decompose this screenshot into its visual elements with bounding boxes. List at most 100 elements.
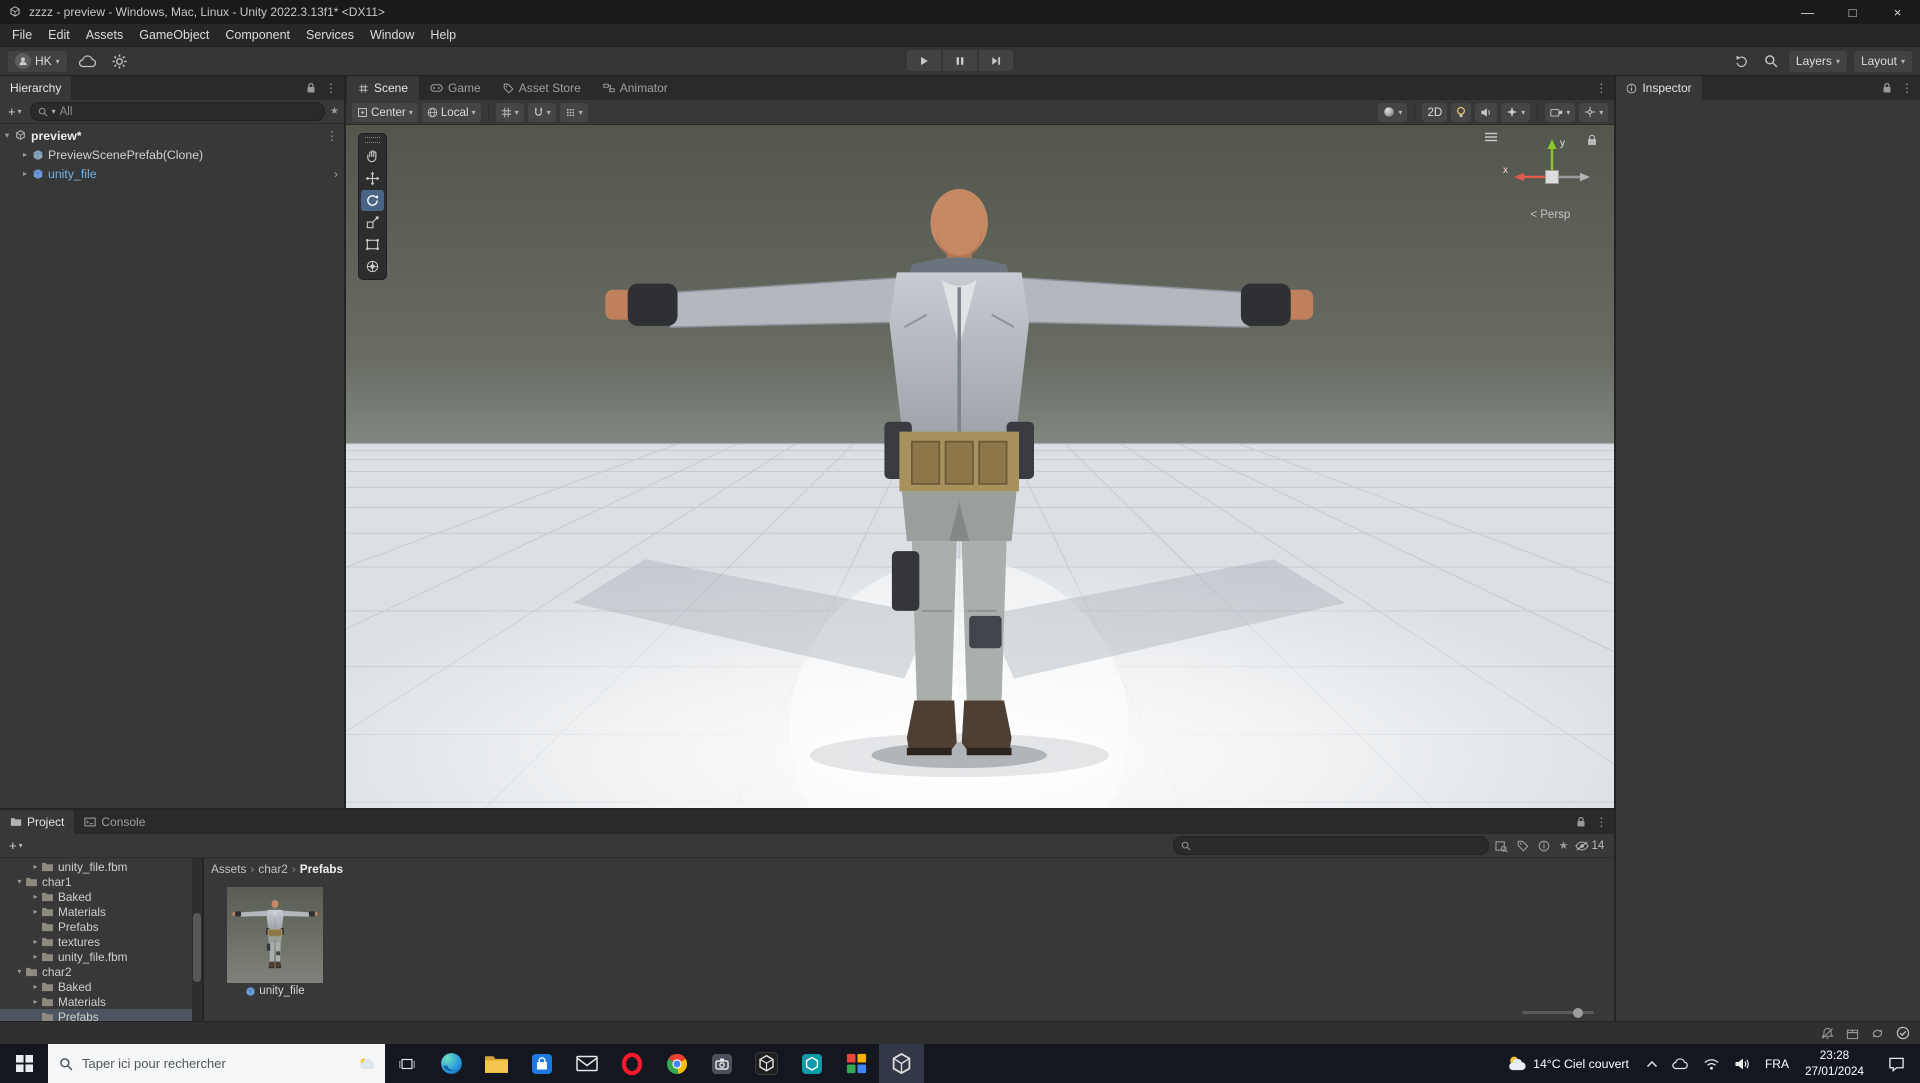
project-tree-row[interactable]: ▾ char1 [0, 874, 202, 889]
gizmo-lock-icon[interactable] [1588, 134, 1597, 145]
draw-mode-dropdown[interactable]: ▾ [1378, 102, 1408, 122]
toggle-2d-button[interactable]: 2D [1422, 102, 1448, 122]
gizmo-center-cube[interactable] [1545, 170, 1560, 184]
taskbar-weather[interactable]: 14°C Ciel couvert [1497, 1054, 1639, 1073]
tab-scene[interactable]: Scene [347, 76, 420, 100]
hand-tool-button[interactable] [361, 146, 384, 167]
taskbar-clock[interactable]: 23:28 27/01/2024 [1797, 1048, 1872, 1079]
network-tray-icon[interactable] [1696, 1044, 1727, 1083]
menu-item[interactable]: Edit [40, 24, 78, 46]
package-manager-icon[interactable] [1846, 1027, 1859, 1040]
expand-arrow-icon[interactable]: ▸ [18, 169, 32, 178]
background-activity-icon[interactable] [1871, 1027, 1884, 1040]
taskbar-app-mail[interactable] [564, 1044, 609, 1083]
gizmo-x-axis[interactable] [1514, 172, 1525, 182]
rotate-tool-button[interactable] [361, 190, 384, 211]
scale-tool-button[interactable] [361, 212, 384, 233]
scene-lighting-toggle[interactable] [1451, 102, 1472, 122]
start-button[interactable] [0, 1044, 48, 1083]
breadcrumb-item[interactable]: Assets › [211, 862, 254, 876]
scene-menu-icon[interactable]: ⋮ [326, 129, 338, 143]
tab-console[interactable]: Console [74, 810, 155, 834]
lock-icon[interactable] [1576, 816, 1586, 828]
scene-effects-dropdown[interactable]: ▾ [1501, 102, 1531, 122]
close-button[interactable]: × [1875, 0, 1920, 24]
tab-hierarchy[interactable]: Hierarchy [0, 76, 72, 100]
task-view-button[interactable] [385, 1044, 429, 1083]
expand-arrow-icon[interactable]: ▾ [0, 130, 14, 141]
layers-dropdown[interactable]: Layers ▾ [1788, 50, 1847, 72]
taskbar-app-opera[interactable] [609, 1044, 654, 1083]
gizmo-negative-axis[interactable] [1580, 172, 1591, 182]
expand-arrow-icon[interactable]: ▸ [18, 150, 32, 159]
asset-item-unity-file[interactable]: unity_file [216, 887, 334, 997]
info-icon[interactable] [1538, 840, 1550, 852]
tree-scrollbar-thumb[interactable] [193, 913, 201, 982]
project-tree-row[interactable]: ▸ unity_file.fbm [0, 949, 202, 964]
hidden-icons-button[interactable] [1639, 1044, 1665, 1083]
scene-canvas[interactable] [346, 125, 1615, 808]
overlays-menu-button[interactable] [1484, 132, 1498, 142]
menu-item[interactable]: GameObject [131, 24, 217, 46]
create-asset-button[interactable]: + ▾ [6, 838, 26, 853]
menu-item[interactable]: Component [217, 24, 298, 46]
taskbar-app-unity-teal[interactable] [789, 1044, 834, 1083]
onedrive-tray-icon[interactable] [1665, 1044, 1696, 1083]
project-tree-row[interactable]: ▸ Baked [0, 889, 202, 904]
menu-item[interactable]: File [4, 24, 40, 46]
tree-scrollbar[interactable] [192, 858, 202, 1021]
panel-menu-icon[interactable]: ⋮ [1595, 81, 1607, 95]
add-object-button[interactable]: + ▾ [5, 104, 25, 119]
expand-arrow-icon[interactable]: ▸ [30, 892, 41, 901]
favorites-icon[interactable]: ★ [1559, 839, 1569, 852]
taskbar-app-edge[interactable] [429, 1044, 474, 1083]
project-tree-row[interactable]: ▸ Baked [0, 979, 202, 994]
projection-mode-label[interactable]: < Persp [1500, 209, 1600, 221]
undo-history-button[interactable] [1730, 51, 1753, 72]
saved-search-icon[interactable]: ★ [330, 106, 339, 117]
thumbnail-zoom-slider[interactable] [1522, 1007, 1595, 1018]
expand-arrow-icon[interactable]: ▸ [30, 937, 41, 946]
account-dropdown[interactable]: HK ▾ [8, 50, 67, 72]
project-tree-row[interactable]: Prefabs [0, 1009, 202, 1021]
hierarchy-search-input[interactable]: ▾ All [29, 102, 326, 121]
lock-icon[interactable] [306, 82, 316, 94]
menu-item[interactable]: Services [298, 24, 362, 46]
project-search-input[interactable] [1172, 836, 1489, 855]
hierarchy-item-unity-file[interactable]: ▸ unity_file › [0, 164, 344, 183]
action-center-button[interactable] [1872, 1044, 1920, 1083]
open-in-search-icon[interactable] [1495, 840, 1508, 852]
scene-audio-toggle[interactable] [1475, 102, 1498, 122]
move-tool-button[interactable] [361, 168, 384, 189]
step-button[interactable] [979, 50, 1013, 71]
taskbar-app-chrome[interactable] [654, 1044, 699, 1083]
menu-item[interactable]: Window [362, 24, 422, 46]
hidden-items-toggle[interactable]: 14 [1574, 840, 1604, 852]
expand-arrow-icon[interactable]: ▸ [30, 862, 41, 871]
project-tree-row[interactable]: ▸ unity_file.fbm [0, 859, 202, 874]
taskbar-app-colors[interactable] [834, 1044, 879, 1083]
tab-asset-store[interactable]: Asset Store [492, 76, 592, 100]
taskbar-app-screenshot-tool[interactable] [699, 1044, 744, 1083]
tab-animator[interactable]: Animator [592, 76, 679, 100]
gizmos-dropdown[interactable]: ▾ [1579, 102, 1609, 122]
hierarchy-scene-row[interactable]: ▾ preview* ⋮ [0, 126, 344, 145]
tool-handle-pivot-dropdown[interactable]: Center ▾ [352, 102, 418, 122]
search-button[interactable] [1760, 51, 1782, 72]
volume-tray-icon[interactable] [1727, 1044, 1757, 1083]
taskbar-app-unity-hub[interactable] [744, 1044, 789, 1083]
mute-notifications-icon[interactable] [1821, 1027, 1834, 1040]
expand-arrow-icon[interactable]: ▸ [30, 982, 41, 991]
increment-snap-dropdown[interactable]: ▾ [559, 102, 588, 122]
taskbar-search-input[interactable]: Taper ici pour rechercher [48, 1044, 385, 1083]
open-prefab-arrow-icon[interactable]: › [334, 167, 338, 181]
asset-labels-icon[interactable] [1517, 840, 1529, 852]
project-tree-row[interactable]: ▸ textures [0, 934, 202, 949]
project-tree-row[interactable]: Prefabs [0, 919, 202, 934]
tool-handle-rotation-dropdown[interactable]: Local ▾ [421, 102, 481, 122]
minimize-button[interactable]: — [1785, 0, 1830, 24]
project-tree-row[interactable]: ▾ char2 [0, 964, 202, 979]
scene-viewport[interactable]: y x < Persp [346, 125, 1615, 808]
progress-check-icon[interactable] [1896, 1026, 1910, 1040]
taskbar-app-store[interactable] [519, 1044, 564, 1083]
